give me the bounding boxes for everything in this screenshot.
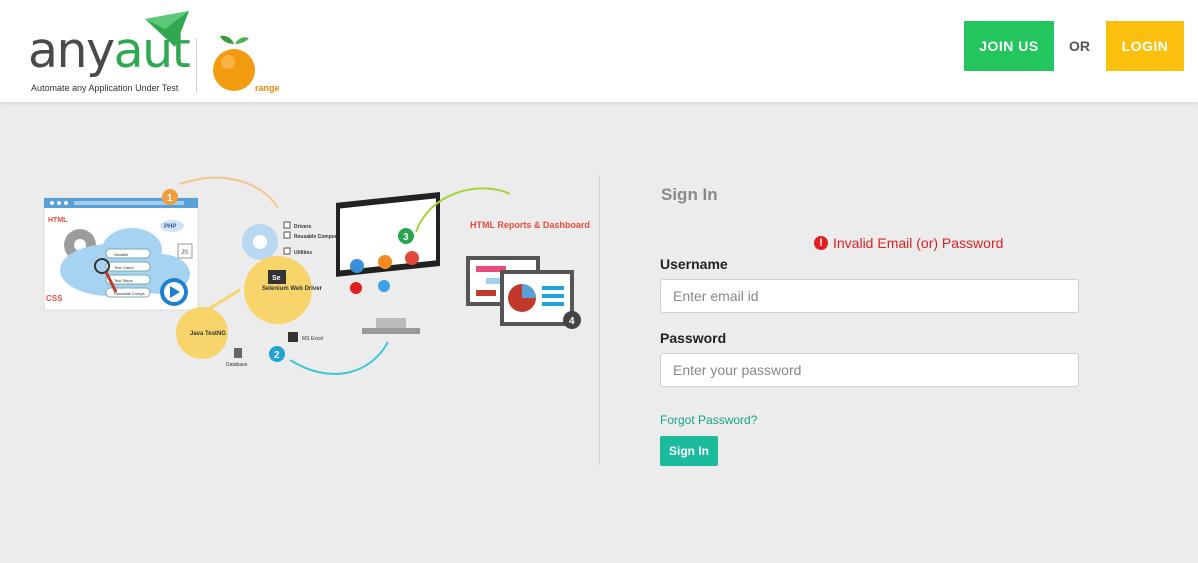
username-input[interactable] — [660, 279, 1079, 313]
php-label: PHP — [164, 224, 176, 230]
password-input[interactable] — [660, 353, 1079, 387]
partner-logo-text: range — [255, 83, 280, 93]
orange-fruit-icon — [213, 35, 255, 91]
browser-window-graphic: HTML CSS PHP JS Variable Test Cases Test… — [43, 197, 199, 311]
svg-text:Se: Se — [272, 275, 281, 282]
svg-text:1: 1 — [167, 193, 173, 204]
svg-text:Test Steps: Test Steps — [114, 278, 133, 283]
vertical-divider — [599, 175, 600, 465]
error-text: Invalid Email (or) Password — [833, 235, 1004, 251]
login-button[interactable]: LOGIN — [1106, 21, 1184, 71]
svg-text:Reusable Comps: Reusable Comps — [114, 291, 145, 296]
username-label: Username — [660, 256, 728, 272]
svg-text:4: 4 — [569, 316, 575, 327]
css-label: CSS — [46, 294, 63, 303]
automation-workflow-illustration: HTML CSS PHP JS Variable Test Cases Test… — [43, 176, 590, 375]
forgot-password-link[interactable]: Forgot Password? — [660, 413, 757, 427]
error-message: ! Invalid Email (or) Password — [814, 235, 1003, 251]
database-label: Database — [226, 362, 248, 368]
top-header: anyaut Automate any Application Under Te… — [0, 0, 1198, 102]
java-testng-label: Java TestNG — [190, 331, 226, 337]
logo-any-text: any — [28, 22, 115, 79]
excel-label: MS Excel — [302, 336, 323, 342]
selenium-label: Selenium Web Driver — [262, 286, 323, 292]
html-label: HTML — [48, 217, 68, 224]
svg-text:2: 2 — [274, 350, 280, 361]
paper-plane-icon — [145, 11, 189, 47]
svg-text:Variable: Variable — [114, 252, 129, 257]
or-separator-text: OR — [1069, 38, 1090, 54]
signin-button[interactable]: Sign In — [660, 436, 718, 466]
logo-tagline: Automate any Application Under Test — [31, 83, 179, 93]
reports-graphic — [466, 256, 574, 326]
svg-text:Utilities: Utilities — [294, 250, 312, 256]
svg-text:3: 3 — [403, 232, 409, 243]
signin-title: Sign In — [661, 185, 718, 204]
password-label: Password — [660, 330, 727, 346]
js-label: JS — [181, 250, 188, 256]
monitor-graphic — [336, 191, 440, 334]
exclamation-icon: ! — [814, 236, 828, 250]
svg-text:Drivers: Drivers — [294, 224, 311, 230]
svg-text:Test Cases: Test Cases — [114, 265, 134, 270]
logo-divider — [196, 38, 197, 93]
join-us-button[interactable]: JOIN US — [964, 21, 1054, 71]
reports-label: HTML Reports & Dashboards — [470, 220, 590, 230]
